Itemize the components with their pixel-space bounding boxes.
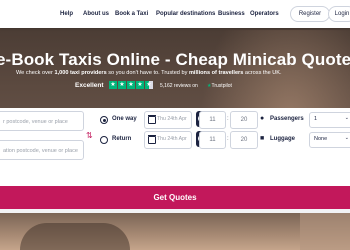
rating-label: Excellent bbox=[75, 82, 104, 89]
dropoff-input[interactable]: ation postcode, venue or place bbox=[0, 140, 84, 160]
subtitle-text: so you don't have to. Trusted by bbox=[106, 70, 189, 76]
top-navigation: Help About us Book a Taxi Popular destin… bbox=[0, 0, 350, 28]
register-button[interactable]: Register bbox=[290, 6, 330, 22]
trustpilot-logo: ★Trustpilot bbox=[207, 83, 232, 89]
hero-photo-strip bbox=[0, 213, 350, 250]
time-separator: : bbox=[227, 136, 229, 142]
calendar-icon bbox=[148, 135, 156, 144]
return-date-field[interactable]: Thu 24th Apr bbox=[144, 131, 192, 149]
subtitle-text: We check over bbox=[16, 70, 55, 76]
one-way-label: One way bbox=[112, 116, 137, 122]
nav-business[interactable]: Business bbox=[218, 11, 245, 17]
nav-book-a-taxi[interactable]: Book a Taxi bbox=[115, 11, 148, 17]
subtitle-highlight: 1,000 taxi providers bbox=[54, 70, 107, 76]
chevron-down-icon: ⌄ bbox=[344, 115, 349, 121]
one-way-date-field[interactable]: Thu 24th Apr bbox=[144, 111, 192, 129]
rating-stars: ★ ★ ★ ★ ★ bbox=[109, 81, 154, 89]
swap-icon[interactable]: ⇅ bbox=[86, 131, 93, 140]
page-title: e-Book Taxis Online - Cheap Minicab Quot… bbox=[0, 50, 350, 69]
return-minute-input[interactable]: 20 bbox=[230, 131, 258, 149]
calendar-icon bbox=[148, 115, 156, 124]
return-date-value: Thu 24th Apr bbox=[157, 136, 187, 142]
pickup-input[interactable]: r postcode, venue or place bbox=[0, 111, 84, 131]
nav-operators[interactable]: Operators bbox=[250, 11, 279, 17]
one-way-hour-input[interactable]: 11 bbox=[199, 111, 226, 129]
get-quotes-button[interactable]: Get Quotes bbox=[0, 186, 350, 209]
star-icon: ★ bbox=[127, 81, 135, 89]
trustpilot-label: Trustpilot bbox=[211, 83, 232, 89]
half-star-icon: ★ bbox=[145, 81, 153, 89]
login-button[interactable]: Login bbox=[328, 6, 350, 22]
luggage-text: Luggage bbox=[270, 136, 295, 142]
radio-selected-icon[interactable] bbox=[100, 116, 108, 124]
chevron-down-icon: ⌄ bbox=[344, 135, 349, 141]
nav-popular-destinations[interactable]: Popular destinations bbox=[156, 11, 215, 17]
passengers-select[interactable]: 1 ⌄ bbox=[309, 112, 350, 128]
luggage-value: None bbox=[314, 136, 328, 142]
subtitle-text: across the UK. bbox=[243, 70, 282, 76]
star-icon: ★ bbox=[136, 81, 144, 89]
reviews-count: 5,162 reviews on bbox=[160, 83, 198, 89]
hero-subtitle: We check over 1,000 taxi providers so yo… bbox=[16, 70, 282, 76]
passengers-value: 1 bbox=[314, 116, 318, 122]
one-way-date-value: Thu 24th Apr bbox=[157, 116, 187, 122]
nav-help[interactable]: Help bbox=[60, 11, 73, 17]
luggage-select[interactable]: None ⌄ bbox=[309, 132, 350, 148]
radio-icon[interactable] bbox=[100, 136, 108, 144]
star-icon: ★ bbox=[109, 81, 117, 89]
luggage-icon: ■ bbox=[260, 135, 265, 142]
return-hour-input[interactable]: 11 bbox=[199, 131, 226, 149]
subtitle-highlight: millions of travellers bbox=[188, 70, 244, 76]
nav-about-us[interactable]: About us bbox=[83, 11, 109, 17]
return-label: Return bbox=[112, 136, 132, 142]
star-icon: ★ bbox=[118, 81, 126, 89]
passengers-text: Passengers bbox=[270, 116, 304, 122]
one-way-minute-input[interactable]: 20 bbox=[230, 111, 258, 129]
person-icon: ● bbox=[260, 115, 265, 122]
time-separator: : bbox=[227, 116, 229, 122]
